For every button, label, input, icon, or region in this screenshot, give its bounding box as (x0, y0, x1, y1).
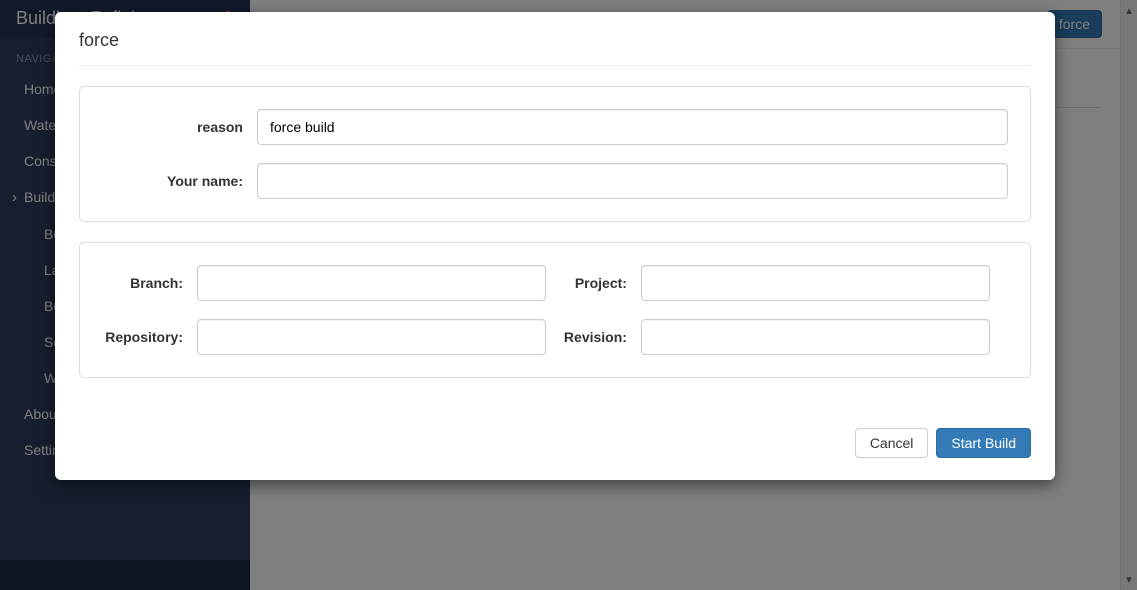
branch-label: Branch: (102, 275, 197, 291)
repository-input[interactable] (197, 319, 546, 355)
owner-input[interactable] (257, 163, 1008, 199)
revision-input[interactable] (641, 319, 990, 355)
branch-input[interactable] (197, 265, 546, 301)
repository-label: Repository: (102, 329, 197, 345)
force-build-modal: force reason Your name: Branch: (55, 12, 1055, 480)
cancel-button[interactable]: Cancel (855, 428, 929, 458)
project-label: Project: (546, 275, 641, 291)
panel-main: reason Your name: (79, 86, 1031, 222)
modal-footer: Cancel Start Build (55, 388, 1055, 464)
panel-source: Branch: Repository: Project: Revision: (79, 242, 1031, 378)
project-input[interactable] (641, 265, 990, 301)
reason-input[interactable] (257, 109, 1008, 145)
owner-label: Your name: (102, 173, 257, 189)
reason-label: reason (102, 119, 257, 135)
modal-title: force (79, 30, 1031, 66)
revision-label: Revision: (546, 329, 641, 345)
start-build-button[interactable]: Start Build (936, 428, 1031, 458)
